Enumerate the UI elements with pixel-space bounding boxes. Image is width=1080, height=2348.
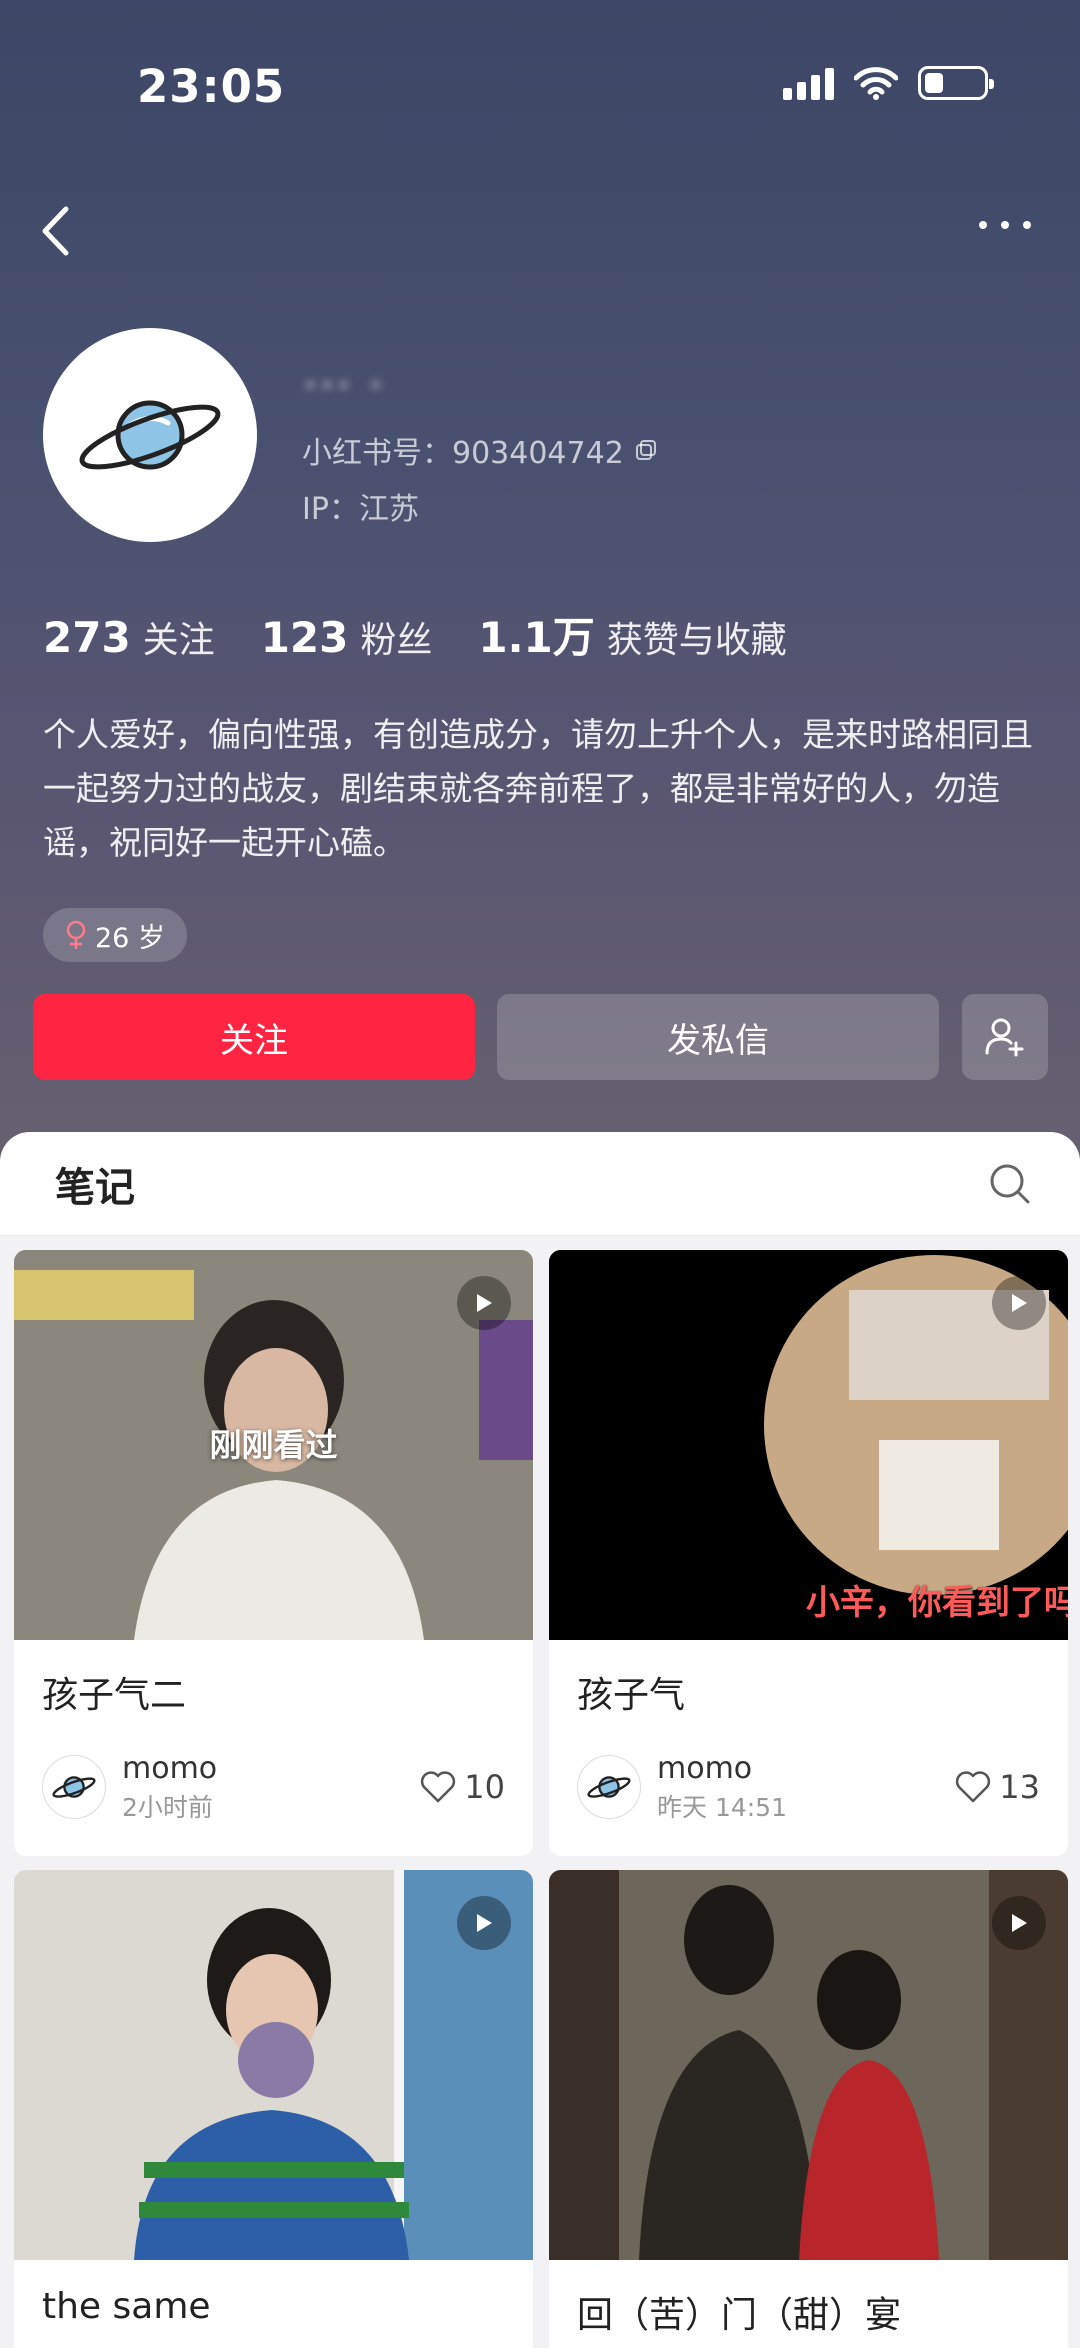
author-info: momo 2小时前 xyxy=(122,1751,420,1824)
like-button[interactable]: 10 xyxy=(420,1768,505,1806)
note-thumbnail: 刚刚看过 xyxy=(14,1250,533,1640)
heart-icon xyxy=(956,1771,991,1803)
author-name: momo xyxy=(122,1750,218,1786)
planet-icon xyxy=(52,1776,96,1798)
username: ··· · xyxy=(302,360,385,411)
note-card[interactable]: the same xyxy=(14,1870,533,2348)
video-frame-image xyxy=(549,1870,1068,2260)
notes-section: 笔记 刚刚看过 孩子气二 momo 2小时前 10 小辛，你看到了吗 孩子气 m… xyxy=(0,1132,1080,2348)
more-dots-icon xyxy=(979,221,1031,229)
note-thumbnail: 小辛，你看到了吗 xyxy=(549,1250,1068,1640)
note-card[interactable]: 小辛，你看到了吗 孩子气 momo 昨天 14:51 13 xyxy=(549,1250,1068,1856)
status-icons xyxy=(783,66,994,100)
back-button[interactable] xyxy=(40,196,90,266)
battery-icon xyxy=(918,66,994,100)
likes-label[interactable]: 获赞与收藏 xyxy=(607,611,787,663)
like-count: 10 xyxy=(464,1768,505,1806)
note-card[interactable]: 刚刚看过 孩子气二 momo 2小时前 10 xyxy=(14,1250,533,1856)
heart-icon xyxy=(421,1771,456,1803)
post-time: 昨天 14:51 xyxy=(657,1792,787,1822)
note-title: 孩子气 xyxy=(577,1675,686,1716)
author-name: momo xyxy=(657,1750,753,1786)
tab-notes[interactable]: 笔记 xyxy=(55,1155,135,1213)
tab-bar: 笔记 xyxy=(0,1132,1080,1236)
wifi-icon xyxy=(854,67,898,100)
signal-icon xyxy=(783,66,834,100)
copy-icon[interactable] xyxy=(634,438,658,462)
more-options-button[interactable] xyxy=(970,200,1040,250)
note-card[interactable]: 回（苦）门（甜）宴 xyxy=(549,1870,1068,2348)
planet-icon xyxy=(79,400,221,470)
note-meta: momo 2小时前 10 xyxy=(14,1732,533,1832)
play-icon xyxy=(457,1896,511,1950)
avatar[interactable] xyxy=(43,328,257,542)
age-label: 26 岁 xyxy=(95,922,165,954)
add-friend-button[interactable] xyxy=(962,994,1048,1080)
note-thumbnail xyxy=(549,1870,1068,2260)
recently-viewed-label: 刚刚看过 xyxy=(209,1426,338,1464)
red-id-label: 小红书号：903404742 xyxy=(302,436,624,471)
play-icon xyxy=(457,1276,511,1330)
profile-header-background xyxy=(0,0,1080,1160)
like-count: 13 xyxy=(999,1768,1040,1806)
follow-button[interactable]: 关注 xyxy=(33,994,475,1080)
likes-count[interactable]: 1.1万 xyxy=(478,604,594,665)
followers-label[interactable]: 粉丝 xyxy=(360,611,432,663)
chevron-left-icon xyxy=(42,206,69,256)
note-title: 孩子气二 xyxy=(42,1675,187,1716)
note-title: 回（苦）门（甜）宴 xyxy=(577,2295,902,2336)
note-meta: momo 昨天 14:51 13 xyxy=(549,1732,1068,1832)
following-label[interactable]: 关注 xyxy=(143,611,215,663)
message-button[interactable]: 发私信 xyxy=(497,994,939,1080)
note-thumbnail xyxy=(14,1870,533,2260)
add-user-icon xyxy=(985,1018,1024,1057)
author-avatar[interactable] xyxy=(42,1755,106,1819)
red-id: 小红书号：903404742 xyxy=(302,428,658,472)
planet-icon xyxy=(587,1776,631,1798)
like-button[interactable]: 13 xyxy=(955,1768,1040,1806)
video-subtitle: 小辛，你看到了吗 xyxy=(806,1583,1068,1623)
followers-count[interactable]: 123 xyxy=(261,613,349,662)
gender-age-tag: 26 岁 xyxy=(43,908,187,962)
status-time: 23:05 xyxy=(137,60,286,113)
post-time: 2小时前 xyxy=(122,1792,213,1822)
bio: 个人爱好，偏向性强，有创造成分，请勿上升个人，是来时路相同且一起努力过的战友，剧… xyxy=(43,715,1033,862)
note-title: the same xyxy=(42,2286,211,2327)
author-info: momo 昨天 14:51 xyxy=(657,1751,955,1824)
following-count[interactable]: 273 xyxy=(43,613,131,662)
play-icon xyxy=(992,1896,1046,1950)
video-frame-image xyxy=(14,1870,533,2260)
play-icon xyxy=(992,1276,1046,1330)
search-icon[interactable] xyxy=(988,1162,1032,1206)
profile-stats: 273 关注 123 粉丝 1.1万 获赞与收藏 xyxy=(43,604,833,665)
female-icon xyxy=(66,920,86,949)
author-avatar[interactable] xyxy=(577,1755,641,1819)
ip-location: IP：江苏 xyxy=(302,492,419,527)
